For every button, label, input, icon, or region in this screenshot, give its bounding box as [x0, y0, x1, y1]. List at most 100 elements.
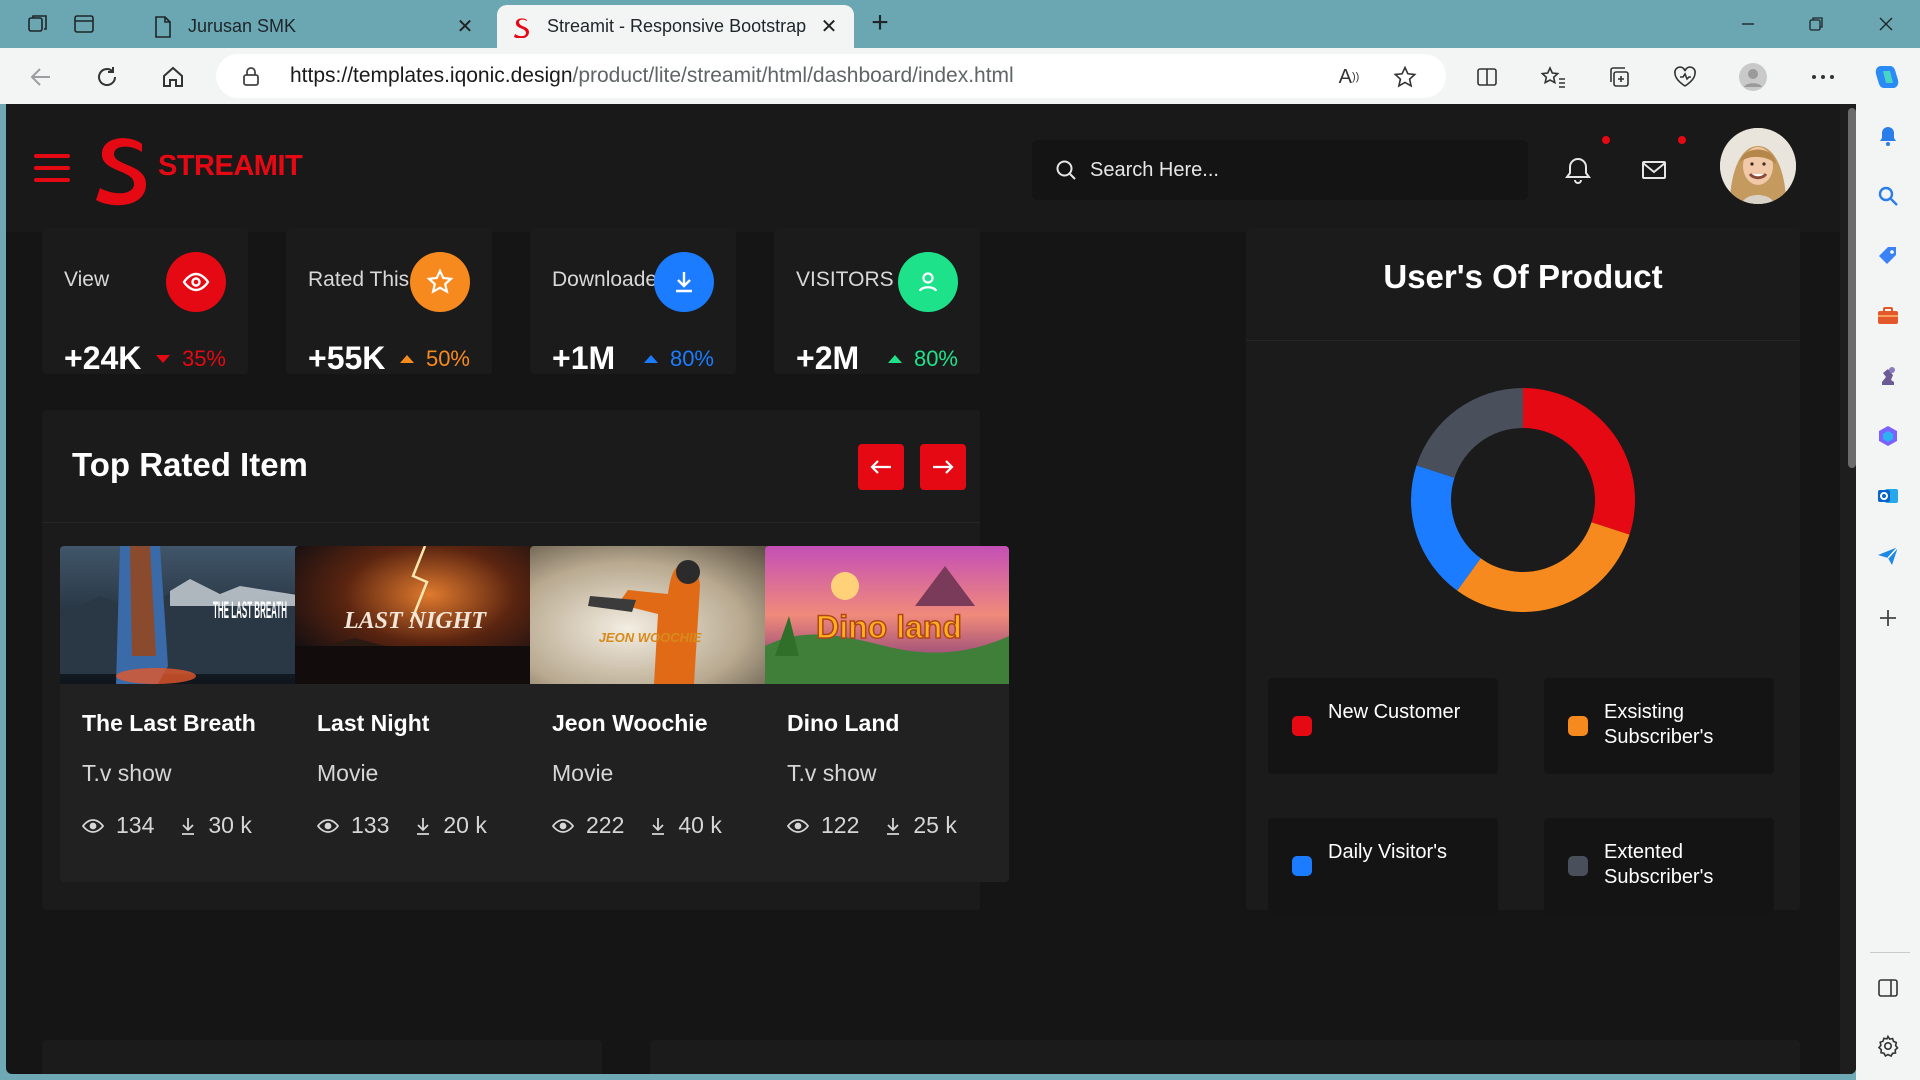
stat-label: VISITORS: [796, 268, 894, 291]
download-icon: [652, 817, 665, 835]
read-aloud-icon[interactable]: A)): [1336, 64, 1362, 90]
restore-icon[interactable]: [1796, 8, 1836, 40]
mail-dot: [1678, 136, 1686, 144]
item-thumbnail[interactable]: Dino land: [765, 546, 1009, 684]
collections-icon[interactable]: [1604, 62, 1634, 92]
back-icon[interactable]: [24, 60, 58, 94]
donut-slice[interactable]: [1457, 522, 1630, 612]
top-rated-section: Top Rated Item THE LAST BREATH The Last …: [42, 410, 1009, 910]
thumb-text: LAST NIGHT: [343, 608, 487, 634]
item-thumbnail[interactable]: LAST NIGHT: [295, 546, 539, 684]
thumb-text: THE LAST BREATH: [213, 597, 287, 624]
shopping-tag-icon[interactable]: [1874, 242, 1902, 270]
stat-change: 50%: [399, 346, 470, 372]
tab-title: Streamit - Responsive Bootstrap: [547, 16, 807, 36]
item-views: 133: [351, 812, 390, 838]
workspaces-icon[interactable]: [24, 10, 52, 38]
stat-card-view: View +24K 35%: [42, 228, 248, 376]
download-icon: [887, 817, 900, 835]
legend-label: Daily Visitor's: [1328, 841, 1448, 863]
section-title: Top Rated Item: [72, 446, 308, 483]
search-input[interactable]: [1090, 140, 1510, 200]
microsoft-365-icon[interactable]: [1874, 422, 1902, 450]
stat-label: Downloaded: [552, 268, 669, 291]
home-icon[interactable]: [156, 60, 190, 94]
search-icon[interactable]: [1874, 182, 1902, 210]
close-tab-icon[interactable]: ✕: [818, 16, 840, 38]
games-icon[interactable]: [1874, 362, 1902, 390]
thumb-text: Dino land: [816, 609, 962, 645]
legend-swatch: [1292, 856, 1312, 876]
item-name[interactable]: Last Night: [317, 710, 429, 737]
star-icon: [410, 252, 470, 312]
add-icon[interactable]: [1874, 604, 1902, 632]
item-downloads: 20 k: [443, 812, 487, 838]
eye-icon: [82, 818, 104, 833]
scrollbar-thumb[interactable]: [1848, 108, 1856, 468]
outlook-icon[interactable]: [1874, 482, 1902, 510]
notification-bell-icon[interactable]: [1560, 152, 1596, 188]
address-toolbar: https://templates.iqonic.design/product/…: [0, 48, 1920, 104]
item-thumbnail[interactable]: THE LAST BREATH: [60, 546, 304, 684]
address-bar[interactable]: https://templates.iqonic.design/product/…: [216, 54, 1446, 98]
send-icon[interactable]: [1874, 542, 1902, 570]
item-card[interactable]: Dino land Dino Land T.v show 122 25 k: [765, 546, 1009, 882]
item-thumbnail[interactable]: JEON WOOCHIE: [530, 546, 774, 684]
donut-slice[interactable]: [1523, 388, 1635, 535]
search-box[interactable]: [1032, 140, 1528, 200]
prev-arrow-button[interactable]: [858, 444, 904, 490]
legend-swatch: [1568, 856, 1588, 876]
donut-slice[interactable]: [1416, 388, 1523, 478]
lock-icon[interactable]: [240, 65, 262, 87]
stat-value: +2M: [796, 340, 860, 376]
edge-sidebar: [1856, 104, 1920, 1080]
close-tab-icon[interactable]: ✕: [454, 16, 476, 38]
streamit-logo-icon[interactable]: [94, 134, 150, 206]
stat-card-rated: Rated This App +55K 50%: [286, 228, 492, 376]
close-window-icon[interactable]: [1866, 8, 1906, 40]
brand-name[interactable]: STREAMIT: [158, 150, 303, 183]
profile-icon[interactable]: [1738, 62, 1768, 92]
tab-jurusan-smk[interactable]: Jurusan SMK ✕: [138, 5, 490, 48]
next-arrow-button[interactable]: [920, 444, 966, 490]
item-card[interactable]: JEON WOOCHIE Jeon Woochie Movie 222 40 k: [530, 546, 774, 882]
tab-streamit[interactable]: Streamit - Responsive Bootstrap ✕: [497, 5, 854, 48]
streamit-favicon-icon: [511, 16, 533, 38]
item-name[interactable]: Jeon Woochie: [552, 710, 708, 737]
tools-icon[interactable]: [1874, 302, 1902, 330]
legend-swatch: [1292, 716, 1312, 736]
item-card[interactable]: THE LAST BREATH The Last Breath T.v show…: [60, 546, 304, 882]
donut-slice[interactable]: [1411, 465, 1481, 591]
user-avatar[interactable]: [1720, 128, 1796, 204]
url-text[interactable]: https://templates.iqonic.design/product/…: [290, 64, 1014, 88]
minimize-icon[interactable]: [1728, 8, 1768, 40]
item-card[interactable]: LAST NIGHT Last Night Movie 133 20 k: [295, 546, 539, 882]
bottom-card-left: [42, 1040, 602, 1074]
mail-icon[interactable]: [1636, 152, 1672, 188]
legend-label: New Customer: [1328, 701, 1461, 723]
stat-change: 80%: [643, 346, 714, 372]
eye-icon: [787, 818, 809, 833]
split-screen-icon[interactable]: [1472, 62, 1502, 92]
item-views: 134: [116, 812, 155, 838]
browser-essentials-icon[interactable]: [1670, 62, 1700, 92]
menu-hamburger-icon[interactable]: [34, 154, 70, 182]
sidebar-toggle-icon[interactable]: [1874, 974, 1902, 1002]
new-tab-button[interactable]: +: [866, 8, 894, 38]
item-name[interactable]: The Last Breath: [82, 710, 256, 737]
section-divider: [42, 522, 980, 523]
eye-icon: [317, 818, 339, 833]
favorites-icon[interactable]: [1538, 62, 1568, 92]
stat-value: +1M: [552, 340, 616, 376]
more-options-icon[interactable]: [1808, 62, 1838, 92]
item-meta: 222 40 k: [552, 812, 722, 839]
tab-actions-icon[interactable]: [70, 10, 98, 38]
thumb-text: JEON WOOCHIE: [599, 630, 702, 645]
favorite-star-icon[interactable]: [1392, 64, 1418, 90]
reload-icon[interactable]: [90, 60, 124, 94]
settings-gear-icon[interactable]: [1874, 1032, 1902, 1060]
bell-icon[interactable]: [1874, 122, 1902, 150]
copilot-icon[interactable]: [1872, 62, 1902, 92]
item-name[interactable]: Dino Land: [787, 710, 899, 737]
item-type: T.v show: [787, 760, 877, 786]
